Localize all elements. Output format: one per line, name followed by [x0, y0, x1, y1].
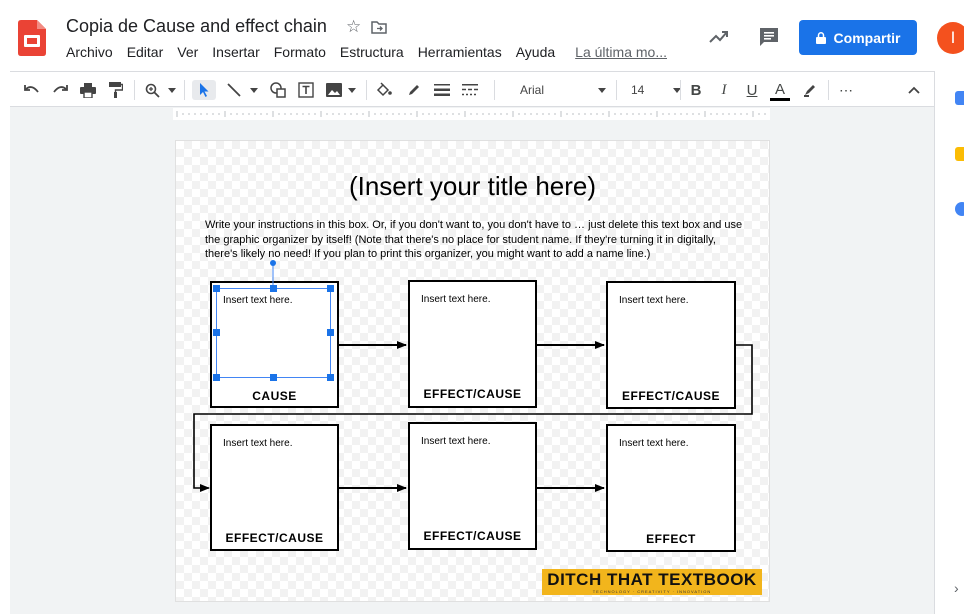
document-title[interactable]: Copia de Cause and effect chain — [66, 16, 327, 37]
font-size-select[interactable]: 14 — [621, 78, 687, 102]
zoom-dropdown-icon[interactable] — [166, 80, 178, 100]
more-options-button[interactable]: ⋯ — [836, 80, 856, 100]
slides-logo-icon[interactable] — [18, 20, 46, 56]
highlight-color-icon[interactable] — [800, 80, 820, 100]
fill-color-icon[interactable] — [374, 80, 394, 100]
text-box-icon[interactable] — [296, 80, 316, 100]
paint-format-icon[interactable] — [106, 80, 126, 100]
slide-canvas[interactable]: (Insert your title here) Write your inst… — [175, 140, 770, 602]
menu-herramientas[interactable]: Herramientas — [418, 44, 509, 60]
effect-box[interactable]: Insert text here. EFFECT — [606, 424, 736, 552]
last-edit-link[interactable]: La última mo... — [575, 44, 674, 60]
share-button[interactable]: Compartir — [799, 20, 917, 55]
resize-handle[interactable] — [270, 285, 277, 292]
undo-icon[interactable] — [22, 80, 42, 100]
box-text[interactable]: Insert text here. — [223, 438, 292, 449]
ditch-that-textbook-logo[interactable]: DITCH THAT TEXTBOOK TECHNOLOGY · CREATIV… — [542, 569, 762, 595]
menu-formato[interactable]: Formato — [274, 44, 333, 60]
keep-icon[interactable] — [955, 147, 964, 161]
slide-title[interactable]: (Insert your title here) — [176, 171, 769, 202]
line-tool-icon[interactable] — [224, 80, 244, 100]
box-label[interactable]: EFFECT/CAUSE — [212, 531, 337, 545]
resize-handle[interactable] — [213, 285, 220, 292]
box-text[interactable]: Insert text here. — [421, 294, 490, 305]
account-avatar[interactable]: I — [937, 22, 964, 54]
select-cursor-icon[interactable] — [192, 80, 216, 100]
box-label[interactable]: EFFECT/CAUSE — [608, 389, 734, 403]
calendar-icon[interactable] — [955, 91, 964, 105]
underline-button[interactable]: U — [742, 80, 762, 100]
italic-button[interactable]: I — [714, 80, 734, 100]
menu-editar[interactable]: Editar — [127, 44, 171, 60]
toolbar: Arial 14 B I U A ⋯ — [10, 71, 934, 107]
image-dropdown-icon[interactable] — [346, 80, 358, 100]
text-color-button[interactable]: A — [770, 80, 790, 101]
box-label[interactable]: EFFECT/CAUSE — [410, 529, 535, 543]
font-family-select[interactable]: Arial — [508, 78, 612, 102]
tasks-icon[interactable] — [955, 202, 964, 216]
star-icon[interactable]: ☆ — [346, 16, 361, 40]
resize-handle[interactable] — [327, 329, 334, 336]
app-header: Copia de Cause and effect chain ☆ Archiv… — [0, 0, 964, 70]
collapse-toolbar-icon[interactable] — [904, 80, 924, 100]
side-panel — [934, 71, 964, 614]
effect-cause-box[interactable]: Insert text here. EFFECT/CAUSE — [408, 422, 537, 550]
box-text[interactable]: Insert text here. — [421, 436, 490, 447]
effect-cause-box[interactable]: Insert text here. EFFECT/CAUSE — [606, 281, 736, 409]
print-icon[interactable] — [78, 80, 98, 100]
line-dropdown-icon[interactable] — [248, 80, 260, 100]
box-text[interactable]: Insert text here. — [619, 438, 688, 449]
border-color-icon[interactable] — [404, 80, 424, 100]
menu-ver[interactable]: Ver — [177, 44, 205, 60]
share-label: Compartir — [833, 29, 901, 46]
lock-icon — [815, 31, 826, 44]
logo-subtext: TECHNOLOGY · CREATIVITY · INNOVATION — [592, 588, 712, 594]
resize-handle[interactable] — [327, 285, 334, 292]
selection-frame[interactable] — [216, 288, 331, 378]
border-weight-icon[interactable] — [432, 80, 452, 100]
move-to-folder-icon[interactable] — [371, 16, 387, 40]
border-dash-icon[interactable] — [460, 80, 480, 100]
horizontal-ruler[interactable] — [173, 108, 770, 120]
resize-handle[interactable] — [270, 374, 277, 381]
menu-estructura[interactable]: Estructura — [340, 44, 411, 60]
effect-cause-box[interactable]: Insert text here. EFFECT/CAUSE — [408, 280, 537, 408]
resize-handle[interactable] — [327, 374, 334, 381]
expand-side-panel-icon[interactable]: › — [954, 580, 959, 596]
zoom-icon[interactable] — [142, 80, 162, 100]
font-family-value: Arial — [520, 83, 545, 97]
menu-archivo[interactable]: Archivo — [66, 44, 120, 60]
bold-button[interactable]: B — [686, 80, 706, 100]
comments-icon[interactable] — [758, 26, 780, 48]
font-dropdown-icon — [598, 88, 606, 93]
redo-icon[interactable] — [50, 80, 70, 100]
box-text[interactable]: Insert text here. — [619, 295, 688, 306]
insert-image-icon[interactable] — [324, 80, 344, 100]
box-label[interactable]: CAUSE — [212, 389, 337, 403]
menu-bar: Archivo Editar Ver Insertar Formato Estr… — [66, 44, 681, 60]
box-label[interactable]: EFFECT/CAUSE — [410, 387, 535, 401]
instructions-text-box[interactable]: Write your instructions in this box. Or,… — [205, 218, 750, 262]
activity-dashboard-icon[interactable] — [708, 28, 730, 46]
shape-tool-icon[interactable] — [268, 80, 288, 100]
logo-text: DITCH THAT TEXTBOOK — [547, 569, 757, 589]
effect-cause-box[interactable]: Insert text here. EFFECT/CAUSE — [210, 424, 339, 551]
font-size-value: 14 — [631, 83, 645, 97]
menu-insertar[interactable]: Insertar — [212, 44, 266, 60]
menu-ayuda[interactable]: Ayuda — [516, 44, 562, 60]
resize-handle[interactable] — [213, 374, 220, 381]
resize-handle[interactable] — [213, 329, 220, 336]
box-label[interactable]: EFFECT — [608, 532, 734, 546]
